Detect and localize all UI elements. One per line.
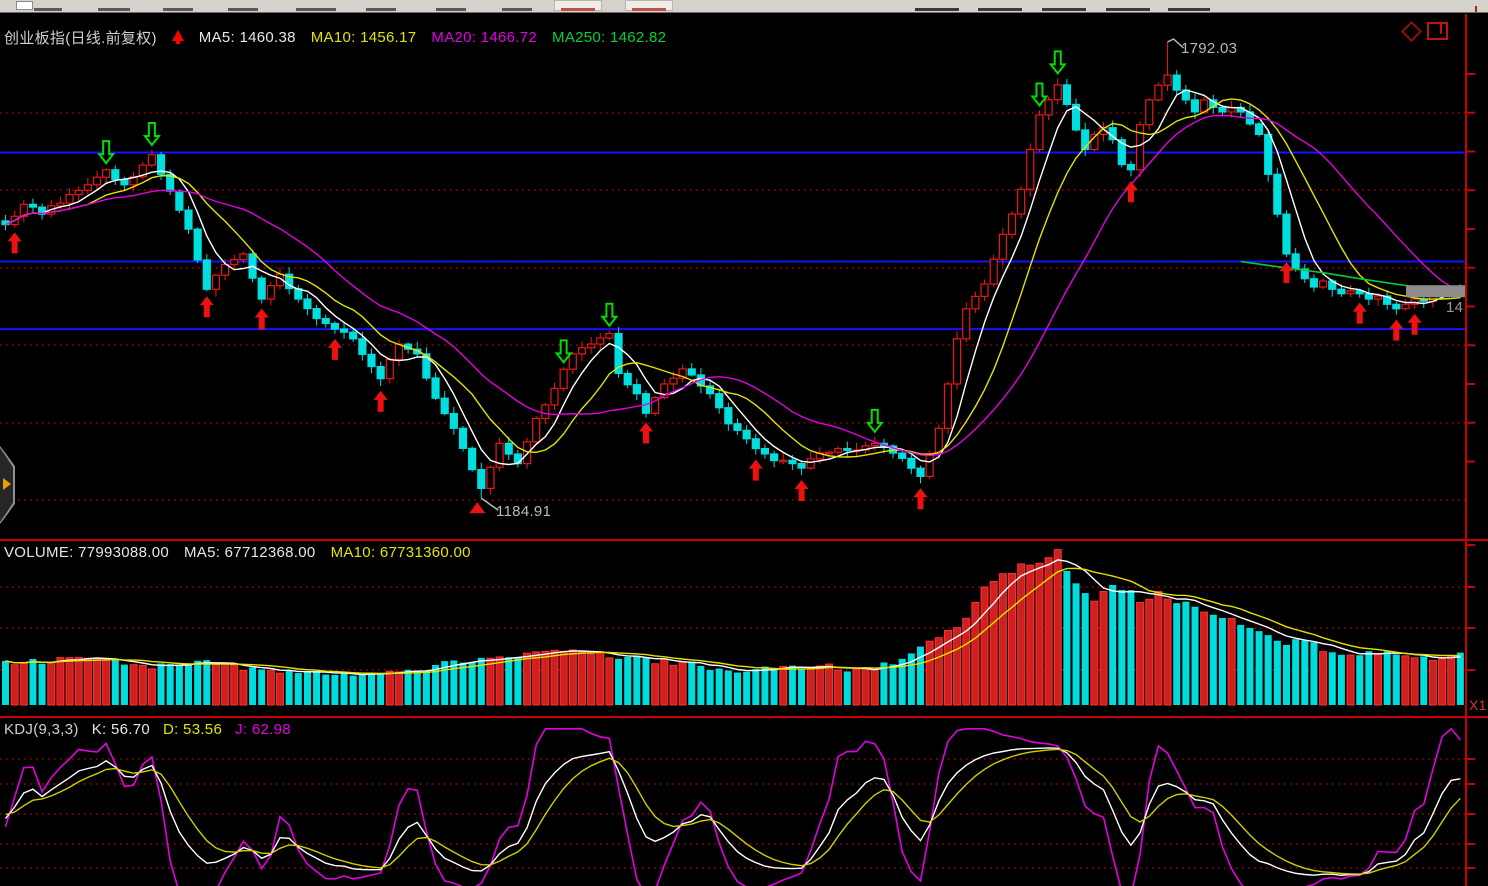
buy-signal-arrow	[795, 480, 809, 501]
current-price-marker	[1406, 285, 1466, 297]
main-gridlines	[0, 113, 1466, 500]
kdj-j-line	[6, 729, 1461, 886]
kdj-gridlines	[0, 759, 1466, 868]
buy-signal-arrow	[374, 391, 388, 412]
menu-item[interactable]	[296, 8, 336, 11]
ma10-value: MA10: 1456.17	[311, 29, 417, 46]
menu-item[interactable]	[98, 8, 130, 11]
sell-signal-arrow	[1032, 83, 1046, 105]
volume-gridlines	[0, 587, 1466, 670]
ma20-line	[6, 116, 1461, 456]
ma-lines-layer	[6, 90, 1461, 465]
pane-separator	[0, 716, 1488, 718]
menu-bar[interactable]	[0, 0, 1488, 13]
kdj-lines-layer	[6, 729, 1461, 886]
menu-item[interactable]	[1042, 8, 1086, 11]
app-logo-icon[interactable]	[16, 1, 33, 10]
kdj-j-value: J: 62.98	[235, 721, 291, 738]
menu-button-red[interactable]	[625, 0, 673, 11]
split-window-icon[interactable]	[1427, 22, 1448, 40]
kdj-title: KDJ(9,3,3)	[4, 721, 79, 738]
current-price-label: 14	[1446, 299, 1463, 316]
expand-arrow-icon	[3, 478, 11, 490]
menu-item[interactable]	[436, 8, 466, 11]
kdj-d-line	[6, 749, 1461, 874]
volume-ma10-value: MA10: 67731360.00	[331, 544, 471, 561]
menu-item[interactable]	[978, 8, 1022, 11]
kdj-d-value: D: 53.56	[163, 721, 222, 738]
buy-signal-arrow	[8, 232, 22, 253]
price-axis	[1466, 14, 1475, 886]
kdj-header: KDJ(9,3,3) K: 56.70 D: 53.56 J: 62.98	[4, 721, 291, 738]
buy-signal-arrow	[1124, 181, 1138, 202]
pane-controls	[1404, 22, 1448, 40]
kdj-k-line	[6, 748, 1461, 875]
buy-signal-arrow	[328, 339, 342, 360]
diamond-icon[interactable]	[1401, 20, 1422, 41]
buy-signal-arrow	[200, 296, 214, 317]
volume-ma5-value: MA5: 67712368.00	[184, 544, 316, 561]
menu-item[interactable]	[1168, 8, 1210, 11]
volume-axis-unit: X1	[1469, 697, 1487, 713]
menu-item[interactable]	[366, 8, 396, 11]
ma250-value: MA250: 1462.82	[552, 29, 666, 46]
sell-signal-arrow	[557, 340, 571, 362]
ma5-line	[6, 90, 1461, 465]
buy-signal-arrow	[749, 460, 763, 481]
sell-signal-arrow	[145, 123, 159, 145]
buy-signal-arrow	[1408, 314, 1422, 335]
low-triangle-marker	[469, 502, 485, 513]
menu-button-red[interactable]	[554, 0, 602, 11]
menu-item[interactable]	[915, 8, 959, 11]
ma5-value: MA5: 1460.38	[199, 29, 296, 46]
support-resistance-lines	[0, 152, 1466, 329]
volume-value: VOLUME: 77993088.00	[4, 544, 169, 561]
menu-item[interactable]	[502, 8, 532, 11]
buy-signal-arrow	[1280, 262, 1294, 283]
buy-signal-arrow	[255, 309, 269, 330]
kdj-k-value: K: 56.70	[92, 721, 150, 738]
menu-indicator	[1475, 6, 1477, 12]
menu-item[interactable]	[34, 8, 62, 11]
menu-item[interactable]	[1106, 8, 1150, 11]
sell-signal-arrow	[1051, 51, 1065, 73]
volume-header: VOLUME: 77993088.00 MA5: 67712368.00 MA1…	[4, 544, 471, 561]
symbol-title: 创业板指(日线.前复权)	[4, 27, 157, 48]
buy-signal-arrow	[914, 488, 928, 509]
pane-separator	[0, 539, 1488, 541]
main-chart-header: 创业板指(日线.前复权) MA5: 1460.38 MA10: 1456.17 …	[4, 27, 666, 48]
chart-canvas[interactable]	[0, 0, 1488, 886]
up-trend-icon	[172, 30, 184, 41]
sell-signal-arrow	[602, 304, 616, 326]
high-price-annotation: 1792.03	[1181, 40, 1237, 57]
trading-terminal: { "main_pane": { "title": "创业板指(日线.前复权)"…	[0, 0, 1488, 886]
menu-item[interactable]	[228, 8, 258, 11]
sell-signal-arrow	[868, 410, 882, 432]
buy-signal-arrow	[1353, 303, 1367, 324]
buy-signal-arrow	[639, 423, 653, 444]
buy-signal-arrow	[1389, 320, 1403, 341]
low-price-annotation: 1184.91	[496, 503, 551, 520]
ma20-value: MA20: 1466.72	[431, 29, 537, 46]
menu-item[interactable]	[163, 8, 193, 11]
